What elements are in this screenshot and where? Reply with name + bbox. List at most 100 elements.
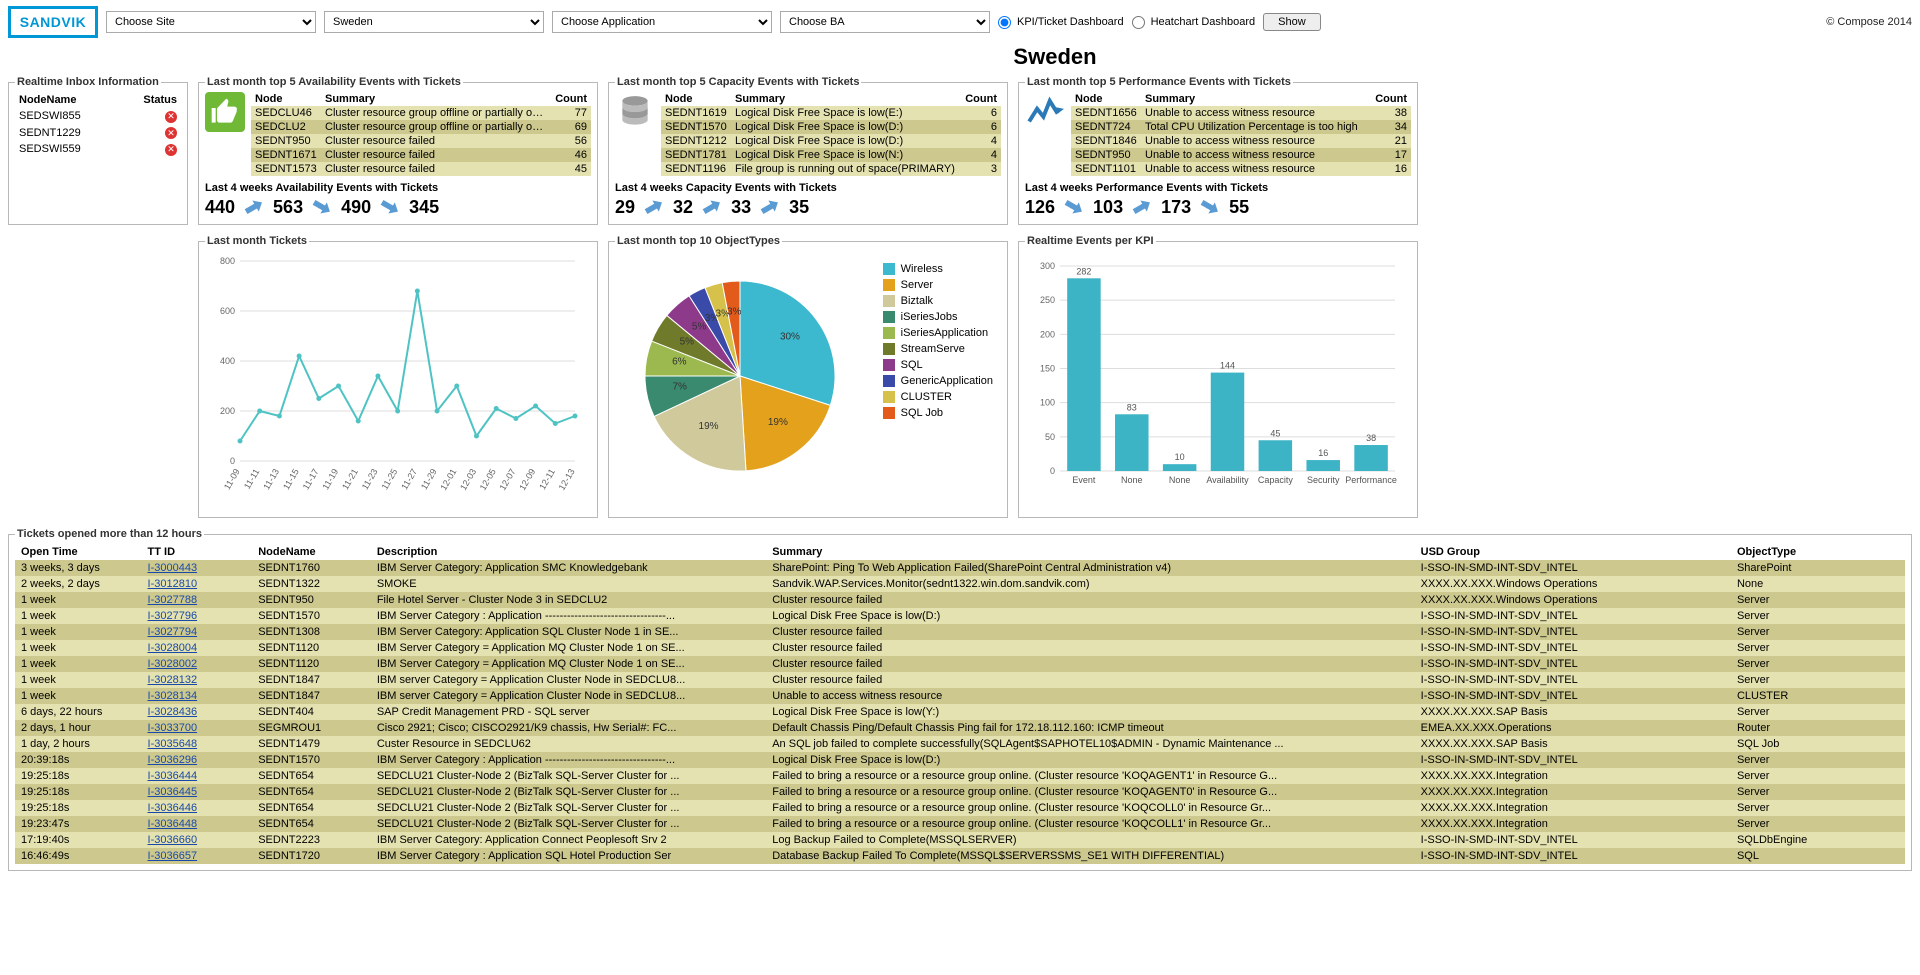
pie-legend-item: SQL Job bbox=[883, 407, 993, 419]
show-button[interactable]: Show bbox=[1263, 13, 1321, 31]
brand-logo: SANDVIK bbox=[8, 6, 98, 38]
ticket-id-link[interactable]: I-3036446 bbox=[148, 802, 198, 814]
event-row: SEDNT1846Unable to access witness resour… bbox=[1071, 134, 1411, 148]
svg-text:11-23: 11-23 bbox=[360, 467, 380, 491]
ticket-id-link[interactable]: I-3028002 bbox=[148, 658, 198, 670]
tickets-column-header: ObjectType bbox=[1731, 544, 1905, 560]
ticket-id-link[interactable]: I-3000443 bbox=[148, 562, 198, 574]
svg-text:12-05: 12-05 bbox=[478, 467, 498, 492]
ticket-row: 3 weeks, 3 daysI-3000443SEDNT1760IBM Ser… bbox=[15, 560, 1905, 576]
ticket-id-link[interactable]: I-3027796 bbox=[148, 610, 198, 622]
bar-chart-legend: Realtime Events per KPI bbox=[1025, 235, 1156, 247]
ticket-id-link[interactable]: I-3036660 bbox=[148, 834, 198, 846]
trend-value: 35 bbox=[789, 197, 809, 218]
ticket-id-link[interactable]: I-3028134 bbox=[148, 690, 198, 702]
inbox-row: SEDSWI855✕ bbox=[15, 108, 181, 125]
application-select[interactable]: Choose Application bbox=[552, 11, 772, 33]
svg-text:0: 0 bbox=[1050, 466, 1055, 476]
ticket-row: 1 day, 2 hoursI-3035648SEDNT1479Custer R… bbox=[15, 736, 1905, 752]
inbox-node: SEDSWI855 bbox=[15, 108, 119, 125]
svg-text:30%: 30% bbox=[780, 332, 800, 343]
tickets-table-legend: Tickets opened more than 12 hours bbox=[15, 528, 204, 540]
event-row: SEDNT1619Logical Disk Free Space is low(… bbox=[661, 106, 1001, 120]
ticket-id-link[interactable]: I-3036657 bbox=[148, 850, 198, 862]
trend-value: 55 bbox=[1229, 197, 1249, 218]
trend-value: 29 bbox=[615, 197, 635, 218]
event-row: SEDNT1671Cluster resource failed46 bbox=[251, 148, 591, 162]
status-error-icon: ✕ bbox=[165, 127, 177, 139]
svg-text:600: 600 bbox=[220, 306, 235, 316]
ticket-row: 1 weekI-3028004SEDNT1120IBM Server Categ… bbox=[15, 640, 1905, 656]
svg-text:38: 38 bbox=[1366, 433, 1376, 443]
realtime-inbox-panel: Realtime Inbox Information NodeName Stat… bbox=[8, 76, 188, 225]
svg-text:Security: Security bbox=[1307, 475, 1340, 485]
trend-label: Last 4 weeks Performance Events with Tic… bbox=[1025, 182, 1411, 194]
tickets-column-header: TT ID bbox=[142, 544, 253, 560]
kpi-dashboard-radio[interactable]: KPI/Ticket Dashboard bbox=[998, 16, 1124, 29]
svg-text:250: 250 bbox=[1040, 295, 1055, 305]
pie-legend-item: Biztalk bbox=[883, 295, 993, 307]
ticket-row: 1 weekI-3027794SEDNT1308IBM Server Categ… bbox=[15, 624, 1905, 640]
trend-label: Last 4 weeks Availability Events with Ti… bbox=[205, 182, 591, 194]
svg-text:200: 200 bbox=[220, 406, 235, 416]
panel-legend: Last month top 5 Availability Events wit… bbox=[205, 76, 463, 88]
trend-value: 490 bbox=[341, 197, 371, 218]
event-row: SEDNT1212Logical Disk Free Space is low(… bbox=[661, 134, 1001, 148]
panel-legend: Last month top 5 Capacity Events with Ti… bbox=[615, 76, 861, 88]
country-select[interactable]: Sweden bbox=[324, 11, 544, 33]
svg-text:11-09: 11-09 bbox=[222, 467, 242, 491]
ticket-id-link[interactable]: I-3036444 bbox=[148, 770, 198, 782]
object-types-pie-chart: Last month top 10 ObjectTypes 30%19%19%7… bbox=[608, 235, 1008, 518]
svg-text:144: 144 bbox=[1220, 361, 1235, 371]
svg-text:12-11: 12-11 bbox=[537, 467, 557, 491]
event-row: SEDNT950Cluster resource failed56 bbox=[251, 134, 591, 148]
tickets-column-header: NodeName bbox=[252, 544, 371, 560]
tickets-column-header: Open Time bbox=[15, 544, 142, 560]
ba-select[interactable]: Choose BA bbox=[780, 11, 990, 33]
ticket-row: 6 days, 22 hoursI-3028436SEDNT404SAP Cre… bbox=[15, 704, 1905, 720]
ticket-id-link[interactable]: I-3028132 bbox=[148, 674, 198, 686]
ticket-row: 1 weekI-3027796SEDNT1570IBM Server Categ… bbox=[15, 608, 1905, 624]
ticket-id-link[interactable]: I-3027788 bbox=[148, 594, 198, 606]
event-row: SEDNT1101Unable to access witness resour… bbox=[1071, 162, 1411, 176]
svg-text:150: 150 bbox=[1040, 364, 1055, 374]
ticket-row: 17:19:40sI-3036660SEDNT2223IBM Server Ca… bbox=[15, 832, 1905, 848]
ticket-row: 20:39:18sI-3036296SEDNT1570IBM Server Ca… bbox=[15, 752, 1905, 768]
svg-text:11-19: 11-19 bbox=[320, 467, 340, 491]
tickets-column-header: USD Group bbox=[1415, 544, 1731, 560]
ticket-id-link[interactable]: I-3036296 bbox=[148, 754, 198, 766]
inbox-col-node: NodeName bbox=[15, 92, 119, 108]
svg-text:11-11: 11-11 bbox=[242, 467, 262, 491]
heatchart-dashboard-radio[interactable]: Heatchart Dashboard bbox=[1132, 16, 1256, 29]
svg-text:200: 200 bbox=[1040, 329, 1055, 339]
event-row: SEDCLU46Cluster resource group offline o… bbox=[251, 106, 591, 120]
panel-legend: Last month top 5 Performance Events with… bbox=[1025, 76, 1293, 88]
tickets-table-panel: Tickets opened more than 12 hours Open T… bbox=[8, 528, 1912, 871]
ticket-id-link[interactable]: I-3036445 bbox=[148, 786, 198, 798]
ticket-id-link[interactable]: I-3028436 bbox=[148, 706, 198, 718]
svg-text:800: 800 bbox=[220, 256, 235, 266]
ticket-id-link[interactable]: I-3028004 bbox=[148, 642, 198, 654]
svg-text:16: 16 bbox=[1318, 448, 1328, 458]
site-select[interactable]: Choose Site bbox=[106, 11, 316, 33]
svg-text:12-13: 12-13 bbox=[557, 467, 577, 492]
ticket-id-link[interactable]: I-3033700 bbox=[148, 722, 198, 734]
last-month-tickets-chart: Last month Tickets 020040060080011-0911-… bbox=[198, 235, 598, 518]
ticket-id-link[interactable]: I-3036448 bbox=[148, 818, 198, 830]
trend-value: 103 bbox=[1093, 197, 1123, 218]
svg-text:12-07: 12-07 bbox=[497, 467, 517, 492]
trend-value: 345 bbox=[409, 197, 439, 218]
ticket-id-link[interactable]: I-3027794 bbox=[148, 626, 198, 638]
trend-value: 33 bbox=[731, 197, 751, 218]
tickets-column-header: Description bbox=[371, 544, 766, 560]
ticket-id-link[interactable]: I-3035648 bbox=[148, 738, 198, 750]
ticket-row: 2 weeks, 2 daysI-3012810SEDNT1322SMOKESa… bbox=[15, 576, 1905, 592]
top-toolbar: SANDVIK Choose Site Sweden Choose Applic… bbox=[8, 4, 1912, 44]
ticket-row: 1 weekI-3027788SEDNT950File Hotel Server… bbox=[15, 592, 1905, 608]
svg-text:19%: 19% bbox=[768, 417, 788, 428]
inbox-node: SEDSWI559 bbox=[15, 141, 119, 158]
ticket-row: 19:25:18sI-3036444SEDNT654SEDCLU21 Clust… bbox=[15, 768, 1905, 784]
thumb-icon bbox=[205, 92, 245, 132]
ticket-id-link[interactable]: I-3012810 bbox=[148, 578, 198, 590]
ticket-row: 19:25:18sI-3036446SEDNT654SEDCLU21 Clust… bbox=[15, 800, 1905, 816]
